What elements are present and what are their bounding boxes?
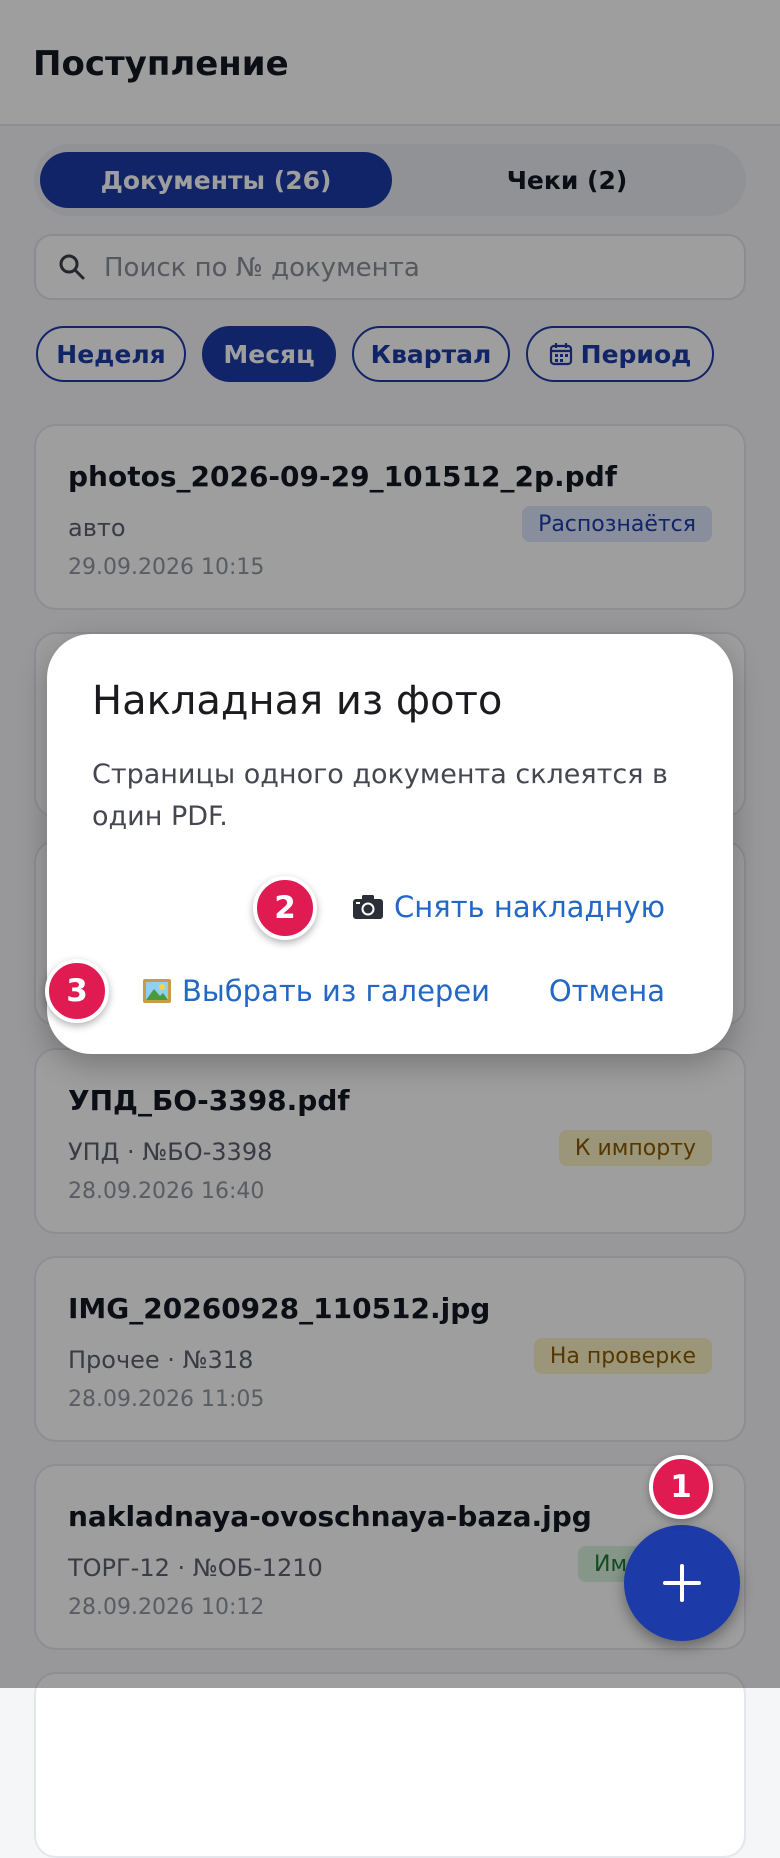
camera-icon [352, 894, 384, 920]
step-marker-2: 2 [253, 876, 317, 940]
dialog-title: Накладная из фото [92, 678, 503, 724]
document-card[interactable] [34, 1672, 746, 1858]
plus-icon [663, 1564, 701, 1602]
step-marker-1: 1 [649, 1455, 713, 1519]
picture-icon [142, 978, 172, 1004]
dialog-message: Страницы одного документа склеятся в оди… [92, 759, 668, 832]
take-photo-button[interactable]: Снять накладную [352, 890, 665, 924]
photo-invoice-dialog: Накладная из фото Страницы одного докуме… [47, 634, 733, 1054]
choose-from-gallery-button[interactable]: Выбрать из галереи [142, 974, 490, 1008]
add-document-button[interactable] [624, 1525, 740, 1641]
take-photo-label: Снять накладную [394, 890, 665, 924]
choose-from-gallery-label: Выбрать из галереи [182, 974, 491, 1008]
cancel-button[interactable]: Отмена [549, 974, 665, 1008]
step-marker-3: 3 [45, 959, 109, 1023]
